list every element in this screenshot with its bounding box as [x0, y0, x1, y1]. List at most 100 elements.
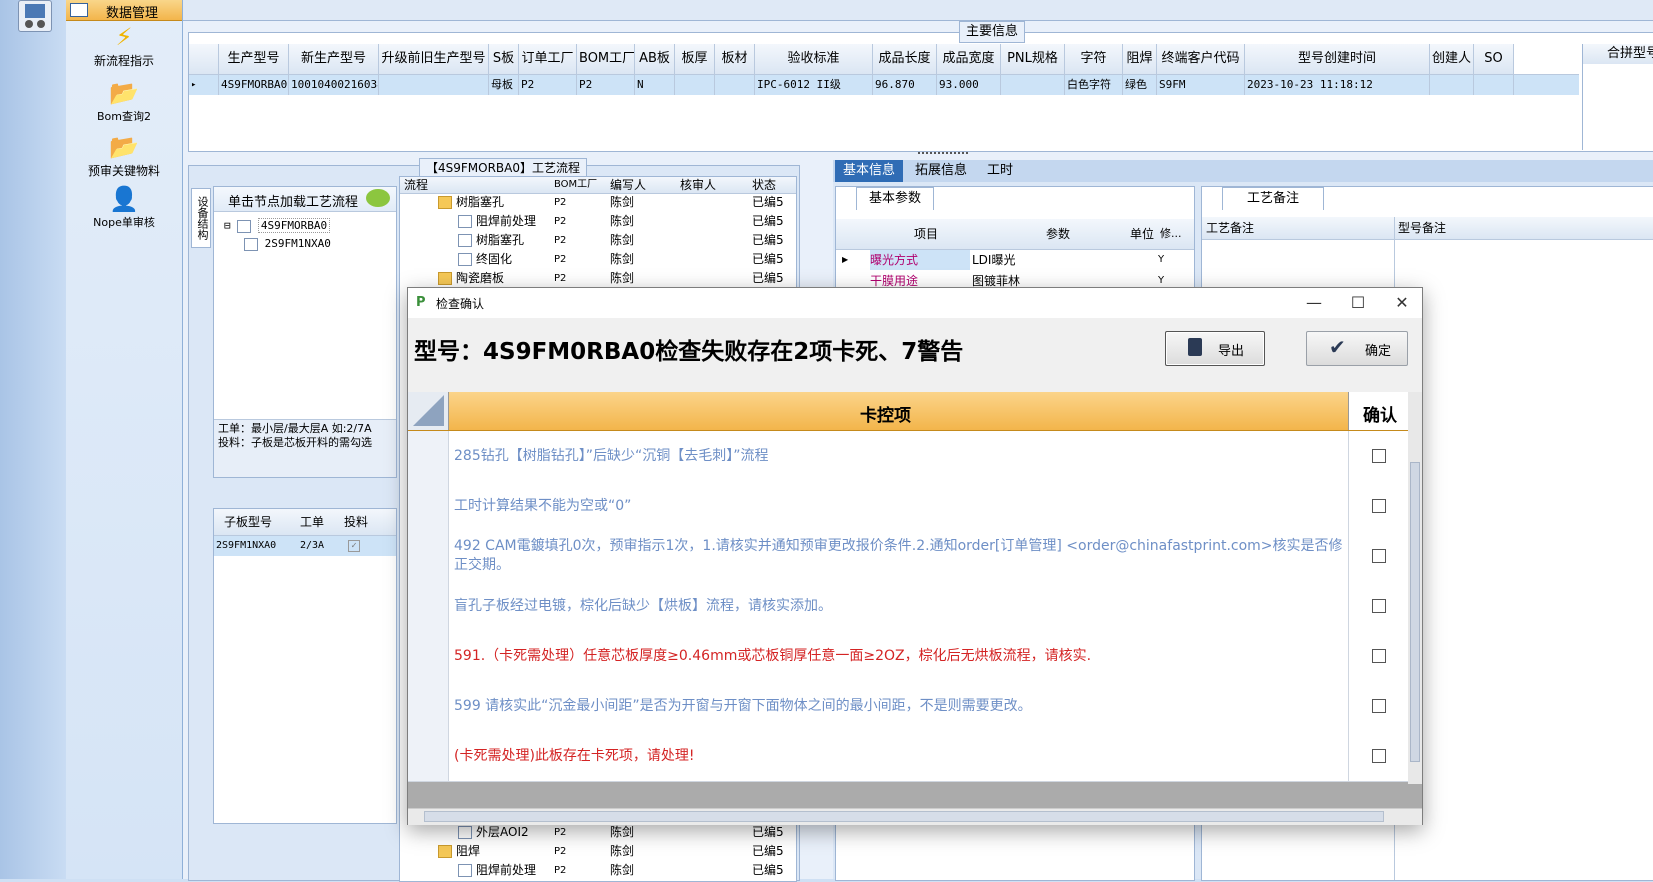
flow-row[interactable]: 陶瓷磨板 P2 陈剑 已编5 — [400, 269, 796, 288]
cell: 96.870 — [873, 75, 937, 95]
confirm-checkbox[interactable] — [1372, 649, 1386, 663]
flow-cell-factory: P2 — [554, 197, 567, 208]
row-selector[interactable] — [408, 581, 449, 631]
confirm-checkbox[interactable] — [1372, 549, 1386, 563]
left-toolbar-strip — [0, 0, 67, 879]
param-col-header: 修... — [1160, 227, 1182, 240]
flow-cell-status: 已编5 — [752, 844, 784, 858]
param-item: 曝光方式 — [870, 250, 970, 270]
check-confirm-dialog: P 检查确认 — ☐ ✕ 型号：4S9FM0RBA0检查失败存在2项卡死、7警告… — [407, 287, 1423, 825]
vertical-scrollbar[interactable] — [1408, 392, 1422, 784]
check-row[interactable]: (卡死需处理)此板存在卡死项，请处理! — [408, 731, 1408, 782]
flow-row[interactable]: 阻焊前处理 P2 陈剑 已编5 — [400, 212, 796, 231]
check-row[interactable]: 591.（卡死需处理）任意芯板厚度≥0.46mm或芯板铜厚任意一面≥2OZ，棕化… — [408, 631, 1408, 682]
flow-cell-status: 已编5 — [752, 214, 784, 228]
cell — [1001, 75, 1065, 95]
flow-header: 流程 BOM工厂 编写人 核审人 状态 — [400, 177, 796, 194]
cell: IPC-6012 II级 — [755, 75, 873, 95]
tree-node-child[interactable]: 2S9FM1NXA0 — [244, 237, 331, 251]
tab-extended-info[interactable]: 拓展信息 — [907, 160, 975, 182]
horizontal-scrollbar[interactable] — [408, 808, 1422, 825]
tab-basic-info[interactable]: 基本信息 — [835, 160, 904, 182]
merge-panel-title: 合拼型号 — [1583, 44, 1653, 64]
sub-board-row[interactable]: 2S9FM1NXA0 2/3A ✓ — [214, 536, 396, 556]
cell — [1430, 75, 1474, 95]
folder-icon: 📂 — [109, 133, 139, 161]
select-all-corner[interactable] — [408, 392, 449, 430]
nav-item-nope-review[interactable]: 👤 Nope单审核 — [66, 184, 182, 230]
flow-row[interactable]: 树脂塞孔 P2 陈剑 已编5 — [400, 193, 796, 212]
tree-node-root[interactable]: ⊟ 4S9FMORBA0 — [224, 218, 331, 233]
confirm-cell — [1348, 631, 1409, 681]
flow-row[interactable]: 树脂塞孔 P2 陈剑 已编5 — [400, 231, 796, 250]
craft-note-tab[interactable]: 工艺备注 — [1222, 187, 1324, 210]
check-row[interactable]: 285钻孔【树脂钻孔】”后缺少“沉铜【去毛刺】”流程 — [408, 431, 1408, 482]
side-tab-structure[interactable]: 设备结构 — [191, 188, 211, 248]
scroll-thumb[interactable] — [1410, 462, 1420, 762]
cell — [675, 75, 715, 95]
tab-label: 基本信息 — [843, 163, 896, 178]
process-title: 【4S9FMORBA0】工艺流程 — [419, 158, 588, 178]
dialog-titlebar[interactable]: P 检查确认 — ☐ ✕ — [408, 288, 1422, 318]
confirm-checkbox[interactable] — [1372, 749, 1386, 763]
basic-params-tab[interactable]: 基本参数 — [856, 187, 934, 210]
row-selector[interactable] — [408, 681, 449, 731]
flow-cell-status: 已编5 — [752, 271, 784, 285]
maximize-icon[interactable]: ☐ — [1336, 288, 1380, 318]
document-icon — [458, 253, 472, 266]
grid-corner[interactable] — [189, 44, 219, 74]
close-icon[interactable]: ✕ — [1380, 288, 1424, 318]
column-header: 型号创建时间 — [1245, 44, 1430, 74]
dialog-app-icon: P — [416, 295, 426, 310]
main-info-row[interactable]: ▸ 4S9FMORBA0 10010400216038 母板 P2 P2 N IPC-6012… — [189, 75, 1579, 95]
confirm-checkbox[interactable] — [1372, 699, 1386, 713]
cell — [379, 75, 489, 95]
check-row[interactable]: 492 CAM電鍍填孔0次，预审指示1次，1.请核实并通知预审更改报价条件.2.… — [408, 531, 1408, 582]
flow-row[interactable]: 终固化 P2 陈剑 已编5 — [400, 250, 796, 269]
flow-col-header: 编写人 — [610, 178, 647, 192]
craft-note-col: 工艺备注 — [1206, 221, 1255, 235]
flow-row[interactable]: 阻焊 P2 陈剑 已编5 — [400, 842, 796, 861]
param-row[interactable]: ▶ 曝光方式 LDI曝光 Y — [836, 250, 1194, 270]
minimize-icon[interactable]: — — [1292, 288, 1336, 318]
nav-item-bom-query[interactable]: 📂 Bom查询2 — [66, 78, 182, 124]
flow-rows-bottom: 外层AOI2 P2 陈剑 已编5 阻焊 P2 陈剑 已编5 阻焊前处理 P2 陈剑 已编5 — [400, 823, 796, 881]
export-button[interactable]: 导出 — [1165, 331, 1265, 366]
app-icon[interactable] — [18, 0, 52, 32]
folder-icon — [438, 196, 452, 209]
check-rows: 285钻孔【树脂钻孔】”后缺少“沉铜【去毛刺】”流程 工时计算结果不能为空或“0”… — [408, 431, 1408, 782]
flow-row[interactable]: 阻焊前处理 P2 陈剑 已编5 — [400, 861, 796, 880]
basic-params-header: 项目 参数 单位 修... — [836, 219, 1194, 250]
feed-checkbox[interactable]: ✓ — [348, 540, 360, 552]
flow-row[interactable]: 外层AOI2 P2 陈剑 已编5 — [400, 823, 796, 842]
flow-cell-writer: 陈剑 — [610, 195, 635, 209]
nav-header-label: 数据管理 — [106, 6, 159, 21]
row-selector[interactable] — [408, 481, 449, 531]
dialog-heading: 型号：4S9FM0RBA0检查失败存在2项卡死、7警告 — [414, 339, 964, 365]
row-selector[interactable] — [408, 431, 449, 481]
confirm-checkbox[interactable] — [1372, 449, 1386, 463]
row-selector[interactable] — [408, 631, 449, 681]
confirm-checkbox[interactable] — [1372, 499, 1386, 513]
splitter-grip[interactable] — [918, 152, 968, 158]
row-selector[interactable] — [408, 731, 449, 781]
confirm-cell — [1348, 581, 1409, 631]
check-row[interactable]: 599 请核实此“沉金最小间距”是否为开窗与开窗下面物体之间的最小间距，不是则需… — [408, 681, 1408, 732]
hscroll-thumb[interactable] — [424, 811, 1384, 822]
tab-hours[interactable]: 工时 — [979, 160, 1021, 182]
main-info-header: 生产型号 新生产型号 升级前旧生产型号 S板 订单工厂 BOM工厂 AB板 板厚 板材 验收标准成… — [189, 44, 1579, 75]
sub-board-model: 2S9FM1NXA0 — [216, 540, 277, 551]
row-selector[interactable] — [408, 531, 449, 581]
cell — [715, 75, 755, 95]
sub-col-header: 工单 — [300, 515, 325, 529]
nav-header[interactable]: 数据管理 — [66, 0, 182, 21]
flow-cell-writer: 陈剑 — [610, 825, 635, 839]
confirm-checkbox[interactable] — [1372, 599, 1386, 613]
check-row[interactable]: 工时计算结果不能为空或“0” — [408, 481, 1408, 532]
nav-item-preview-material[interactable]: 📂 预审关键物料 — [66, 132, 182, 179]
tree-hint-bar: 单击节点加载工艺流程 — [214, 187, 396, 212]
nav-item-new-flow[interactable]: ⚡ 新流程指示 — [66, 22, 182, 69]
ok-button[interactable]: ✔ 确定 — [1306, 331, 1408, 366]
flow-cell-writer: 陈剑 — [610, 233, 635, 247]
check-row[interactable]: 盲孔子板经过电镀，棕化后缺少【烘板】流程，请核实添加。 — [408, 581, 1408, 632]
